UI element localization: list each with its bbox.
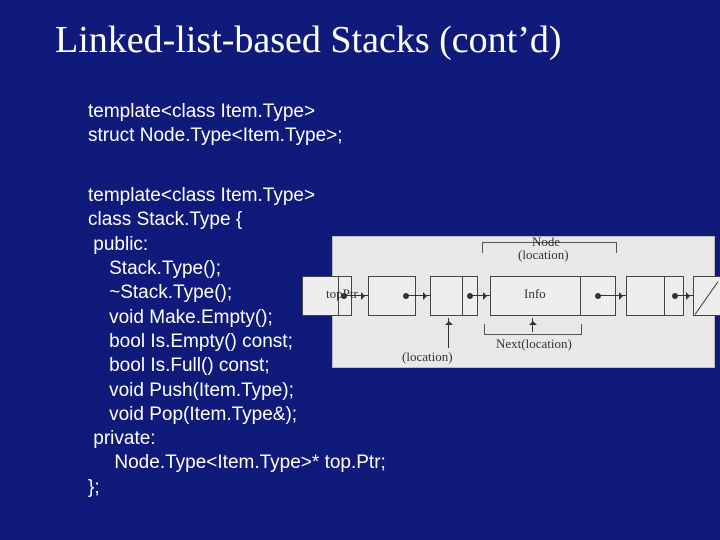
node-label-sub: (location) [518, 247, 569, 263]
slide-title: Linked-list-based Stacks (cont’d) [55, 20, 675, 62]
topptr-label: topPtr [326, 286, 358, 302]
location-label: (location) [402, 349, 453, 365]
linked-list-diagram: topPtr Info Node (location) Next(locatio… [332, 236, 715, 368]
slide: Linked-list-based Stacks (cont’d) templa… [0, 0, 720, 540]
next-label: Next(location) [496, 336, 572, 352]
info-label: Info [524, 286, 546, 302]
intro-code: template<class Item.Type> struct Node.Ty… [88, 100, 343, 149]
